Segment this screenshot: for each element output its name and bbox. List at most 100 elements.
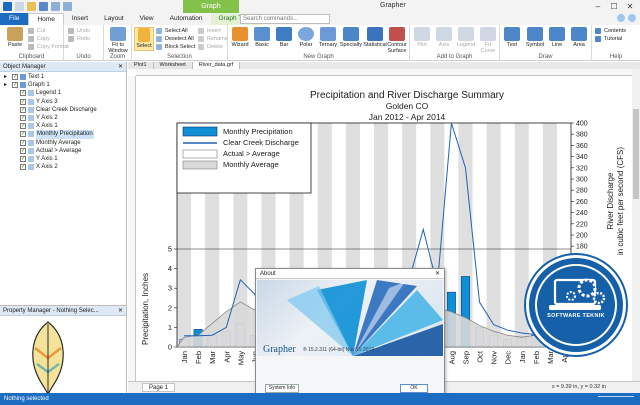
tab-automation[interactable]: Automation	[162, 13, 211, 25]
redo-button[interactable]: Redo	[68, 35, 90, 43]
tree-item[interactable]: ✓ Y Axis 1	[0, 155, 127, 163]
undo-icon	[68, 28, 74, 34]
help-icon[interactable]	[628, 14, 636, 22]
visibility-checkbox[interactable]: ✓	[20, 123, 26, 130]
save-icon[interactable]	[39, 2, 48, 11]
wizard-button[interactable]: Wizard	[230, 27, 250, 48]
open-folder-icon[interactable]	[27, 2, 36, 11]
tutorial-button[interactable]: Tutorial	[595, 35, 622, 43]
expand-icon[interactable]: ▸	[4, 73, 7, 81]
tree-item[interactable]: ✓ Actual > Average	[0, 147, 127, 155]
close-icon[interactable]: ✕	[435, 269, 440, 279]
visibility-checkbox[interactable]: ✓	[20, 164, 26, 171]
left-tick-label: 0	[168, 343, 172, 352]
tab-view[interactable]: View	[132, 13, 162, 25]
doc-tab-worksheet[interactable]: Worksheet	[153, 62, 193, 69]
select-button[interactable]: Select	[134, 27, 154, 51]
paste-button[interactable]: Paste	[2, 27, 28, 48]
line-button[interactable]: Line	[547, 27, 567, 48]
statistical-graph-icon	[367, 27, 383, 41]
info-icon[interactable]	[617, 14, 625, 22]
symbol-button[interactable]: Symbol	[524, 27, 546, 48]
tab-file[interactable]: File	[0, 13, 29, 25]
copy-format-button[interactable]: Copy Format	[28, 43, 69, 51]
ok-button[interactable]: OK	[400, 384, 428, 393]
rename-button[interactable]: Rename	[198, 35, 228, 43]
visibility-checkbox[interactable]: ✓	[12, 82, 18, 89]
close-icon[interactable]: ✕	[118, 306, 123, 316]
x-tick-label: Nov	[490, 351, 499, 365]
area-icon	[571, 27, 587, 41]
text-button[interactable]: Text	[502, 27, 522, 48]
tree-item-label: X Axis 1	[36, 123, 58, 130]
area-button[interactable]: Area	[568, 27, 590, 48]
invert-button[interactable]: Invert	[198, 27, 221, 35]
add-plot-button[interactable]: Plot	[412, 27, 432, 48]
object-type-icon	[28, 123, 34, 130]
visibility-checkbox[interactable]: ✓	[20, 155, 26, 162]
visibility-checkbox[interactable]: ✓	[20, 147, 26, 154]
tab-layout[interactable]: Layout	[96, 13, 132, 25]
fit-to-window-button[interactable]: Fit to Window	[105, 27, 131, 54]
tree-item[interactable]: ✓ Legend 1	[0, 89, 127, 97]
doc-tab-river-data[interactable]: River_data.grf	[192, 62, 241, 69]
deselect-all-button[interactable]: Deselect All	[156, 35, 194, 43]
add-legend-button[interactable]: Legend	[456, 27, 476, 48]
new-file-icon[interactable]	[15, 2, 24, 11]
visibility-checkbox[interactable]: ✓	[12, 74, 18, 80]
object-tree: ▸ ✓ Text 1 ▸ ✓ Graph 1 ✓ Legend 1 ✓ Y Axis 3 ✓ Clea…	[0, 73, 127, 171]
block-select-button[interactable]: Block Select	[156, 43, 195, 51]
gear-icon-small	[592, 291, 606, 305]
close-icon[interactable]: ✕	[622, 0, 638, 13]
contour-surface-button[interactable]: Contour Surface	[384, 27, 410, 54]
visibility-checkbox[interactable]: ✓	[20, 90, 26, 97]
ternary-graph-button[interactable]: Ternary	[316, 27, 340, 48]
fit-window-icon	[110, 27, 126, 41]
tree-item[interactable]: ✓ X Axis 1	[0, 122, 127, 130]
tree-item[interactable]: ✓ Y Axis 2	[0, 114, 127, 122]
minimize-icon[interactable]: –	[590, 0, 606, 13]
polar-graph-button[interactable]: Polar	[296, 27, 316, 48]
visibility-checkbox[interactable]: ✓	[20, 139, 26, 146]
tree-item[interactable]: ▸ ✓ Text 1	[0, 73, 127, 81]
add-axis-button[interactable]: Axis	[434, 27, 454, 48]
tree-item[interactable]: ✓ Monthly Precipitation	[0, 130, 127, 139]
basic-graph-button[interactable]: Basic	[252, 27, 272, 48]
tree-item[interactable]: ▸ ✓ Graph 1	[0, 81, 127, 89]
search-commands-input[interactable]: Search commands...	[240, 14, 330, 24]
tree-item[interactable]: ✓ Monthly Average	[0, 139, 127, 147]
tab-insert[interactable]: Insert	[64, 13, 96, 25]
page-tab[interactable]: Page 1	[142, 383, 176, 392]
doc-tab-plot1[interactable]: Plot1	[128, 62, 154, 69]
tree-item[interactable]: ✓ X Axis 2	[0, 163, 127, 171]
vertical-scrollbar[interactable]	[632, 69, 640, 381]
x-tick-label: Apr	[222, 350, 231, 362]
visibility-checkbox[interactable]: ✓	[20, 106, 26, 113]
scrollbar-thumb[interactable]	[633, 109, 639, 199]
undo-icon[interactable]	[51, 2, 60, 11]
object-type-icon	[28, 164, 34, 171]
specialty-graph-button[interactable]: Specialty	[338, 27, 364, 48]
bar-graph-button[interactable]: Bar	[274, 27, 294, 48]
tree-item[interactable]: ✓ Clear Creek Discharge	[0, 106, 127, 114]
visibility-checkbox[interactable]: ✓	[20, 131, 26, 138]
delete-button[interactable]: Delete	[198, 43, 223, 51]
tree-item[interactable]: ✓ Y Axis 3	[0, 98, 127, 106]
redo-icon[interactable]	[63, 2, 72, 11]
undo-button[interactable]: Undo	[68, 27, 90, 35]
select-all-button[interactable]: Select All	[156, 27, 188, 35]
cut-button[interactable]: Cut	[28, 27, 46, 35]
zoom-slider[interactable]	[598, 396, 634, 402]
tree-item-label: Clear Creek Discharge	[36, 106, 97, 113]
legend-swatch-average	[182, 160, 218, 170]
contents-button[interactable]: Contents	[595, 27, 626, 35]
close-icon[interactable]: ✕	[118, 62, 123, 72]
tab-home[interactable]: Home	[28, 13, 64, 25]
visibility-checkbox[interactable]: ✓	[20, 114, 26, 121]
fit-curve-button[interactable]: Fit Curve	[478, 27, 498, 54]
maximize-icon[interactable]: ☐	[606, 0, 622, 13]
visibility-checkbox[interactable]: ✓	[20, 98, 26, 105]
copy-button[interactable]: Copy	[28, 35, 50, 43]
system-info-button[interactable]: System Info	[265, 384, 299, 393]
expand-icon[interactable]: ▸	[4, 81, 7, 89]
